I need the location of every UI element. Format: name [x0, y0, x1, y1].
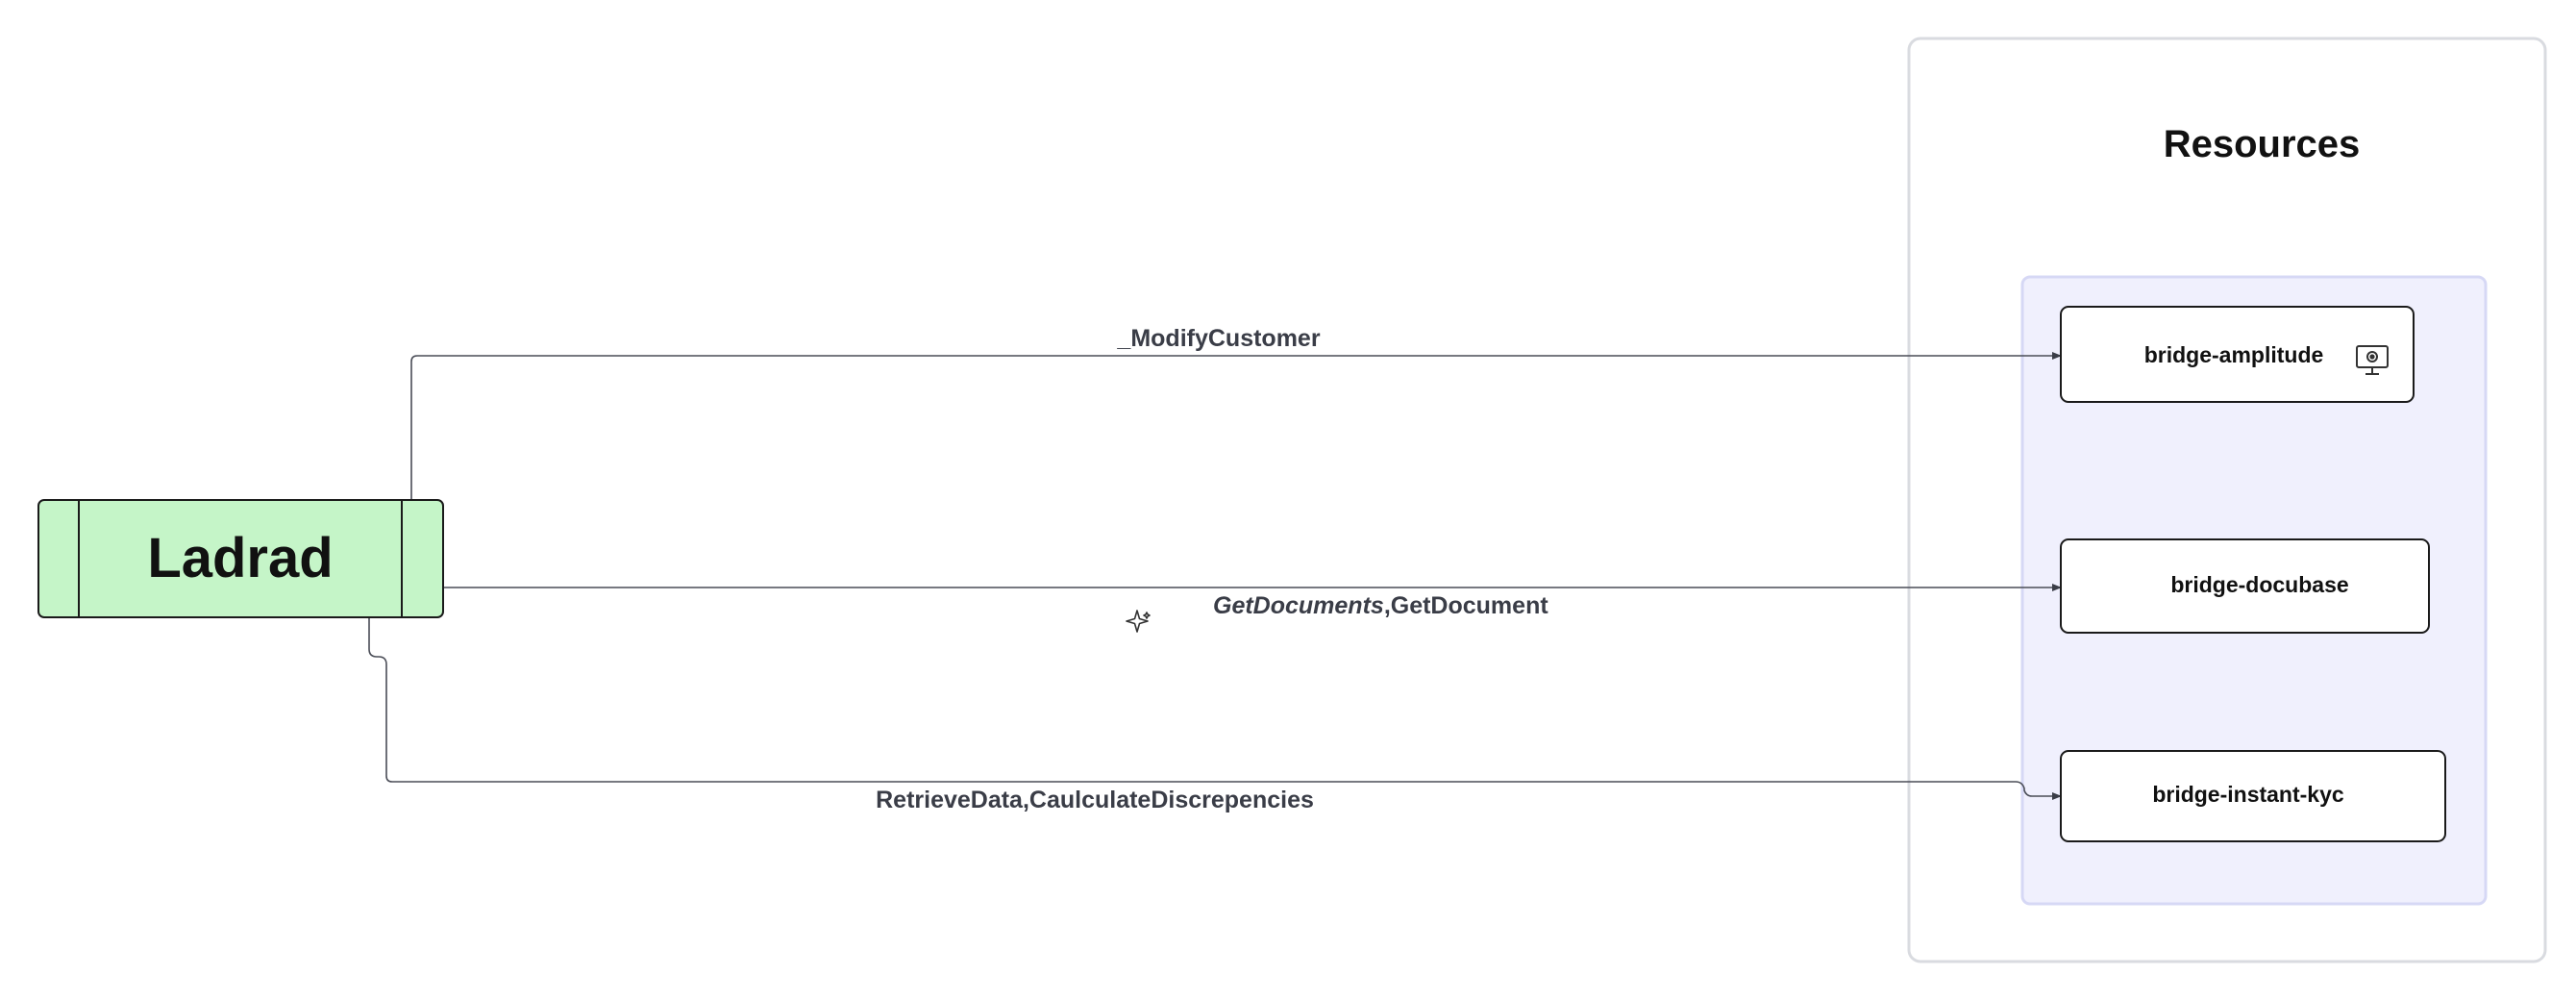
- edge-modify-customer[interactable]: [410, 352, 2062, 500]
- edge-label-retrieve-data[interactable]: RetrieveData,CaulculateDiscrepencies: [876, 787, 1314, 813]
- service-node-title: Ladrad: [147, 527, 333, 589]
- edges: [368, 352, 2062, 800]
- edge-label-get-documents-emphasis: GetDocuments: [1213, 592, 1384, 619]
- diagram-canvas[interactable]: Resources _ModifyCustomer GetDocuments,G…: [0, 0, 2576, 1000]
- sparkle-icon: [1126, 610, 1151, 633]
- edge-label-get-documents[interactable]: GetDocuments,GetDocument: [1213, 592, 1548, 619]
- resource-node-label: bridge-amplitude: [2144, 342, 2324, 367]
- edge-retrieve-data[interactable]: [368, 617, 2062, 800]
- resource-node-bridge-amplitude[interactable]: bridge-amplitude: [2060, 306, 2415, 403]
- service-node-ladrad[interactable]: Ladrad: [37, 499, 444, 618]
- edge-labels: _ModifyCustomer GetDocuments,GetDocument…: [876, 325, 1548, 813]
- resource-node-label: bridge-docubase: [2170, 572, 2348, 597]
- edge-label-get-document: ,GetDocument: [1384, 592, 1549, 619]
- resources-group-title: Resources: [2164, 123, 2361, 165]
- edge-label-modify-customer[interactable]: _ModifyCustomer: [1116, 325, 1320, 352]
- resource-node-label: bridge-instant-kyc: [2152, 782, 2344, 807]
- resource-node-bridge-docubase[interactable]: bridge-docubase: [2060, 538, 2430, 634]
- resource-node-bridge-instant-kyc[interactable]: bridge-instant-kyc: [2060, 750, 2446, 842]
